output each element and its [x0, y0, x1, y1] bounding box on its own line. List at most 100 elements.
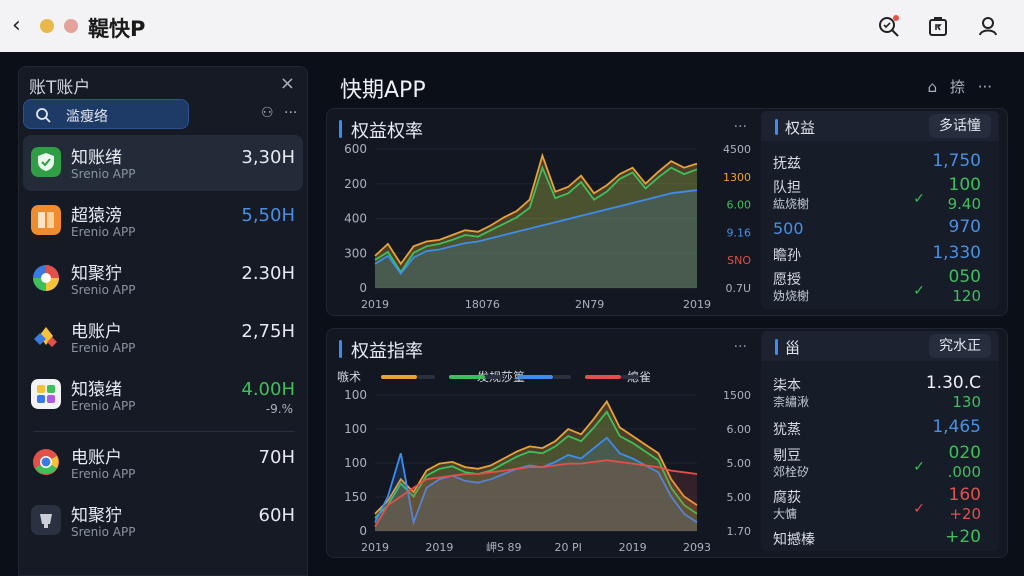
- account-item[interactable]: 知账绪 Srenio APP 3,30H: [23, 135, 303, 191]
- account-name: 知聚狞: [71, 506, 122, 526]
- side-button[interactable]: 多话憧: [929, 114, 991, 138]
- row-label: 队担: [773, 180, 801, 196]
- row-value: 970: [948, 217, 981, 237]
- x-tick-label: 2019: [619, 541, 647, 554]
- tool-icon[interactable]: 捺: [950, 78, 965, 96]
- account-item[interactable]: 电账户 Erenio APP 70H: [23, 435, 303, 491]
- x-tick-label: 2019: [683, 298, 711, 311]
- x-tick-label: 2019: [425, 541, 453, 554]
- home-icon[interactable]: ⌂: [928, 78, 938, 96]
- y-tick-label: 600: [344, 142, 367, 156]
- y-right-tick-label: 4500: [723, 143, 751, 156]
- legend-swatch: [449, 375, 485, 379]
- x-tick-label: 2N79: [575, 298, 604, 311]
- search-icon: [36, 108, 51, 123]
- x-tick-label: 岬S 89: [486, 541, 521, 554]
- legend-label: 嗾术: [337, 370, 361, 384]
- row-label2: 紘烧榭: [773, 197, 810, 211]
- accounts-tools: ⚇ ···: [255, 105, 297, 121]
- account-value: 2,75H: [241, 321, 295, 342]
- row-label: 瞻孙: [773, 248, 801, 264]
- row-value2: 130: [952, 393, 981, 411]
- window-dot-yellow[interactable]: [40, 19, 54, 33]
- row-value: 1,465: [932, 417, 981, 437]
- y-tick-label: 150: [344, 490, 367, 504]
- y-right-tick-label: 5.00: [727, 491, 752, 504]
- side-button[interactable]: 究水正: [929, 334, 991, 358]
- account-name: 知账绪: [71, 148, 122, 168]
- account-item[interactable]: 超猿滂 Erenio APP 5,50H: [23, 193, 303, 249]
- more-icon[interactable]: ···: [978, 78, 992, 96]
- y-right-tick-label: 0.7U: [725, 282, 751, 295]
- chart1-svg: 600 200 400 300 0 4500 1300 6.00 9.16 SNO 0.7U 2019…: [344, 142, 752, 311]
- y-tick-label: 400: [344, 212, 367, 226]
- row-value: +20: [945, 527, 981, 547]
- chart2-more-icon[interactable]: ···: [734, 339, 747, 355]
- side-title: 甾: [775, 337, 800, 358]
- legend-track: [485, 375, 503, 379]
- x-tick-label: 18076: [465, 298, 500, 311]
- account-sub: Erenio APP: [71, 399, 136, 413]
- row-label2: 大慵: [773, 507, 798, 521]
- list-divider: [33, 431, 295, 432]
- photo-icon: [31, 379, 61, 409]
- check-icon: ✓: [913, 191, 925, 207]
- shield-green-icon: [31, 147, 61, 177]
- diamond-icon: [34, 327, 57, 347]
- y-tick-label: 100: [344, 456, 367, 470]
- chart1-more-icon[interactable]: ···: [734, 119, 747, 135]
- row-value: 020: [948, 443, 981, 463]
- account-value: 2.30H: [241, 263, 295, 284]
- y-tick-label: 100: [344, 388, 367, 402]
- account-item[interactable]: 知聚狞 Srenio APP 2.30H: [23, 251, 303, 307]
- row-label: 腐荻: [773, 490, 801, 506]
- row-label: 500: [773, 219, 804, 238]
- row-value: 100: [948, 175, 981, 195]
- accounts-panel: 账T账户 × 滥瘦络 ⚇ ··· 知账绪 Srenio APP 3,30H 超猿…: [18, 66, 308, 576]
- legend-track: [553, 375, 571, 379]
- side-title: 权益: [775, 117, 815, 138]
- account-sub: Srenio APP: [71, 283, 136, 297]
- equity-rate-card: 权益权率 ··· 600 200 400 300 0 4500 1300 6.00 9.16 SN…: [326, 108, 1008, 316]
- y-tick-label: 0: [359, 524, 367, 538]
- equity-side-panel: 权益 多话憧 抚兹 1,750 队担 紘烧榭 100 ✓ 9.40 500 97…: [761, 111, 999, 309]
- account-sub: Srenio APP: [71, 167, 136, 181]
- y-right-tick-label: SNO: [727, 254, 751, 267]
- row-value: 1.30.C: [925, 373, 981, 393]
- account-item[interactable]: 知猿绪 Erenio APP 4.00H -9.%: [23, 367, 303, 423]
- y-right-tick-label: 6.00: [727, 199, 752, 212]
- account-item[interactable]: 知聚狞 Srenio APP 60H: [23, 493, 303, 549]
- row-label: 抚兹: [773, 156, 801, 172]
- check-icon: ✓: [913, 459, 925, 475]
- account-item[interactable]: 电账户 Erenio APP 2,75H: [23, 309, 303, 365]
- page-title: 快期APP: [340, 78, 426, 103]
- more-icon[interactable]: ···: [284, 105, 297, 121]
- account-value: 3,30H: [241, 147, 295, 168]
- account-sub: Erenio APP: [71, 467, 136, 481]
- pinwheel-icon: [33, 265, 59, 291]
- y-right-tick-label: 1500: [723, 389, 751, 402]
- row-label2: 妫烧榭: [773, 289, 810, 303]
- legend-swatch: [517, 375, 553, 379]
- back-icon[interactable]: ‹: [12, 14, 34, 38]
- chart2-svg: 嗾术发规莎篁熄雀100100100150015006.005.005.001.7…: [337, 369, 752, 554]
- y-tick-label: 100: [344, 422, 367, 436]
- account-name: 电账户: [71, 322, 122, 342]
- account-name: 知聚狞: [71, 264, 122, 284]
- search-alert-icon[interactable]: [877, 14, 901, 38]
- account-value: 60H: [258, 505, 295, 526]
- title-bar: ‹ 鞮快P: [0, 0, 1024, 52]
- row-label: 愿授: [773, 272, 801, 288]
- account-value: 4.00H: [241, 379, 295, 400]
- bag-icon[interactable]: [926, 14, 950, 38]
- row-label2: 柰繡湫: [773, 395, 810, 409]
- account-value: 70H: [258, 447, 295, 468]
- account-name: 超猿滂: [71, 206, 122, 226]
- row-value2: .000: [947, 463, 981, 481]
- search-input[interactable]: 滥瘦络: [23, 99, 189, 129]
- y-right-tick-label: 9.16: [727, 226, 752, 239]
- user-icon[interactable]: [976, 14, 1000, 38]
- window-dot-red[interactable]: [64, 19, 78, 33]
- users-icon[interactable]: ⚇: [261, 105, 274, 121]
- close-icon[interactable]: ×: [280, 73, 295, 94]
